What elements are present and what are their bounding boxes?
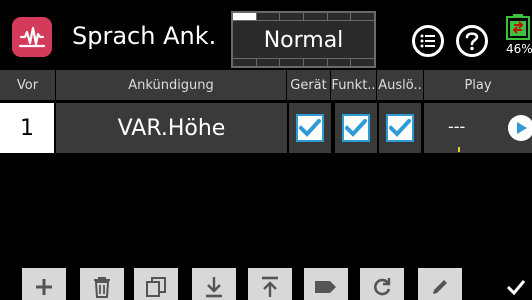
mode-bottom-ticks: [233, 58, 375, 66]
table-row[interactable]: 1 VAR.Höhe ---: [0, 103, 532, 153]
upload-icon: [262, 276, 278, 297]
edit-icon: [433, 280, 447, 294]
help-button[interactable]: [456, 25, 488, 57]
play-cell[interactable]: ---: [424, 103, 532, 153]
delete-button[interactable]: [80, 268, 124, 300]
play-button[interactable]: [508, 115, 532, 141]
trigger-checkbox-cell[interactable]: [379, 103, 421, 153]
refresh-button[interactable]: [360, 268, 404, 300]
confirm-icon: [506, 280, 526, 296]
mode-label: Normal: [263, 28, 344, 53]
edit-button[interactable]: [418, 268, 462, 300]
play-value: ---: [448, 117, 466, 136]
add-button[interactable]: [22, 268, 66, 300]
trash-icon: [94, 277, 110, 298]
mode-level-indicator: [233, 13, 375, 21]
voice-wave-icon: [18, 26, 46, 48]
mode-selector[interactable]: Normal: [231, 11, 376, 68]
column-header-ankuendigung: Ankündigung: [56, 70, 287, 100]
upload-button[interactable]: [248, 268, 292, 300]
device-checkbox[interactable]: [296, 114, 324, 142]
column-header-geraet: Gerät: [287, 70, 331, 100]
function-checkbox[interactable]: [342, 114, 370, 142]
bottom-toolbar: [0, 262, 532, 300]
menu-button[interactable]: [412, 25, 444, 57]
column-header-ausloe: Auslö..: [377, 70, 424, 100]
header-bar: Sprach Ank. Normal 46%: [0, 0, 532, 70]
announcement-cell[interactable]: VAR.Höhe: [56, 103, 287, 153]
column-header-funkt: Funkt..: [331, 70, 377, 100]
play-icon: [517, 122, 527, 134]
tag-icon: [315, 281, 336, 293]
copy-button[interactable]: [134, 268, 178, 300]
trigger-checkbox[interactable]: [386, 114, 414, 142]
column-header-play: Play: [464, 77, 492, 93]
checkmark-icon: [299, 119, 321, 137]
download-icon: [206, 277, 222, 298]
download-button[interactable]: [192, 268, 236, 300]
battery-icon: [506, 13, 532, 41]
refresh-icon: [374, 278, 391, 296]
row-number: 1: [0, 103, 54, 153]
function-checkbox-cell[interactable]: [335, 103, 377, 153]
checkmark-icon: [345, 119, 367, 137]
play-marker: [458, 147, 460, 152]
question-icon: [465, 32, 479, 51]
page-title: Sprach Ank.: [72, 22, 217, 50]
add-icon: [36, 279, 52, 295]
table-header: Vor Ankündigung Gerät Funkt.. Auslö.. Pl…: [0, 70, 532, 100]
copy-icon: [146, 277, 166, 297]
app-icon[interactable]: [12, 17, 52, 57]
checkmark-icon: [389, 119, 411, 137]
battery-percent: 46%: [506, 42, 532, 56]
column-header-vor: Vor: [0, 70, 56, 100]
device-checkbox-cell[interactable]: [289, 103, 331, 153]
list-menu-icon: [420, 34, 435, 48]
confirm-button[interactable]: [500, 268, 532, 300]
tag-button[interactable]: [304, 268, 348, 300]
